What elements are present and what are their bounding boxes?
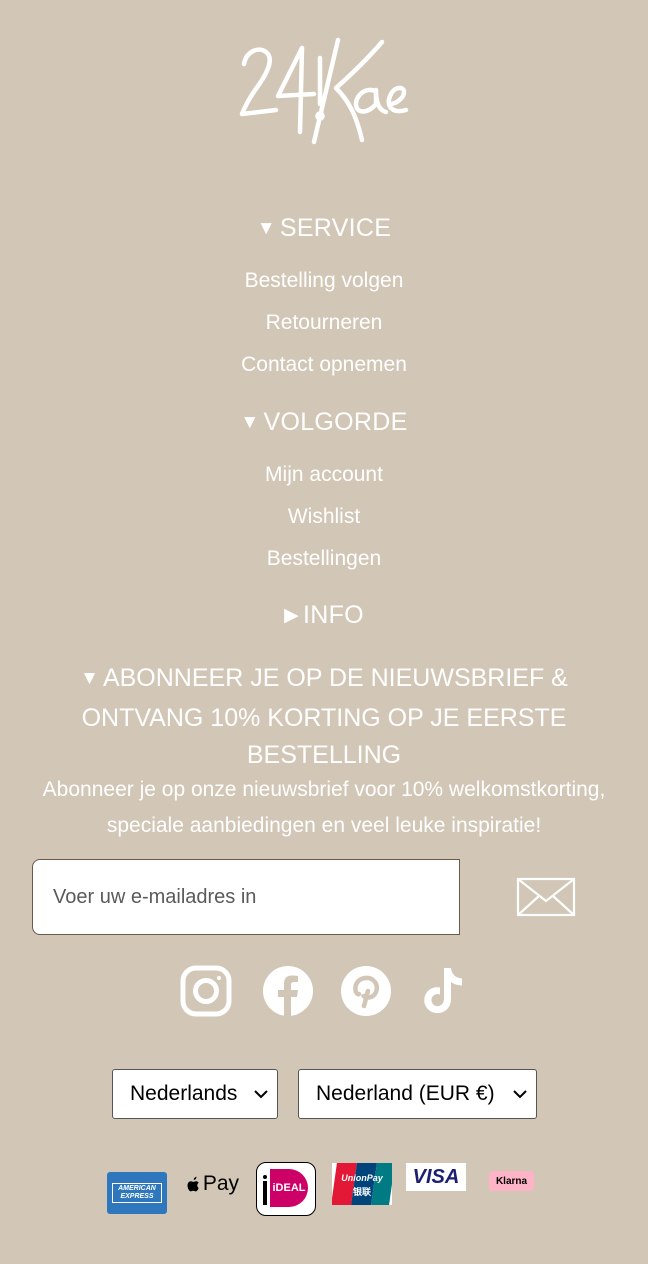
tiktok-icon	[424, 968, 462, 1014]
apple-logo-icon	[187, 1176, 199, 1191]
chevron-down-icon	[254, 1090, 268, 1099]
section-toggle-service[interactable]: ▼ SERVICE	[0, 214, 648, 243]
amex-label: AMERICAN EXPRESS	[112, 1183, 162, 1203]
section-title-service: SERVICE	[279, 214, 392, 242]
triangle-right-icon: ▶	[284, 605, 299, 626]
ideal-bar	[263, 1181, 267, 1205]
country-select-value: Nederland (EUR €)	[316, 1082, 495, 1105]
unionpay-cn-label: 银联	[352, 1187, 371, 1197]
ideal-icon: iDEAL	[256, 1162, 316, 1216]
newsletter-description: Abonneer je op onze nieuwsbrief voor 10%…	[42, 778, 606, 837]
triangle-down-icon: ▼	[256, 218, 276, 239]
footer: ▼ SERVICE Bestelling volgen Retourneren C…	[0, 0, 648, 1264]
newsletter-title: ABONNEER JE OP DE NIEUWSBRIEF & ONTVANG …	[81, 664, 568, 769]
language-select-value: Nederlands	[130, 1082, 238, 1105]
section-toggle-info[interactable]: ▶ INFO	[0, 601, 648, 630]
link-my-account[interactable]: Mijn account	[0, 463, 648, 487]
pinterest-link[interactable]	[339, 964, 393, 1018]
klarna-label: Klarna	[495, 1175, 528, 1187]
triangle-down-icon: ▼	[240, 412, 260, 433]
section-toggle-volgorde[interactable]: ▼ VOLGORDE	[0, 408, 648, 437]
country-currency-select[interactable]: Nederland (EUR €)	[298, 1069, 537, 1119]
visa-icon: VISA	[406, 1163, 466, 1191]
apple-pay-label: Pay	[202, 1172, 239, 1195]
link-contact[interactable]: Contact opnemen	[0, 353, 648, 377]
ideal-label: iDEAL	[270, 1169, 308, 1207]
newsletter-toggle[interactable]: ▼ ABONNEER JE OP DE NIEUWSBRIEF & ONTVANG…	[60, 660, 588, 775]
section-title-info: INFO	[303, 601, 364, 629]
tiktok-link[interactable]	[416, 964, 470, 1018]
email-input[interactable]	[32, 859, 460, 935]
ideal-dot	[263, 1175, 267, 1179]
link-track-order[interactable]: Bestelling volgen	[0, 269, 648, 293]
envelope-icon	[516, 877, 576, 917]
triangle-down-icon: ▼	[80, 668, 99, 689]
pinterest-icon	[341, 966, 391, 1016]
unionpay-icon: UnionPay 银联	[332, 1163, 392, 1205]
visa-label: VISA	[412, 1165, 460, 1188]
facebook-icon	[263, 966, 313, 1016]
instagram-icon	[180, 965, 232, 1017]
klarna-icon: Klarna	[489, 1171, 534, 1191]
language-select[interactable]: Nederlands	[112, 1069, 278, 1119]
newsletter-submit-button[interactable]	[515, 874, 577, 920]
facebook-link[interactable]	[261, 964, 315, 1018]
section-title-volgorde: VOLGORDE	[263, 408, 408, 436]
unionpay-label: UnionPay	[341, 1173, 383, 1183]
link-returns[interactable]: Retourneren	[0, 311, 648, 335]
brand-logo[interactable]	[236, 34, 412, 146]
amex-icon: AMERICAN EXPRESS	[107, 1172, 167, 1214]
apple-pay-icon: Pay	[187, 1169, 239, 1199]
chevron-down-icon	[513, 1090, 527, 1099]
instagram-link[interactable]	[179, 964, 233, 1018]
link-wishlist[interactable]: Wishlist	[0, 505, 648, 529]
link-orders[interactable]: Bestellingen	[0, 547, 648, 571]
